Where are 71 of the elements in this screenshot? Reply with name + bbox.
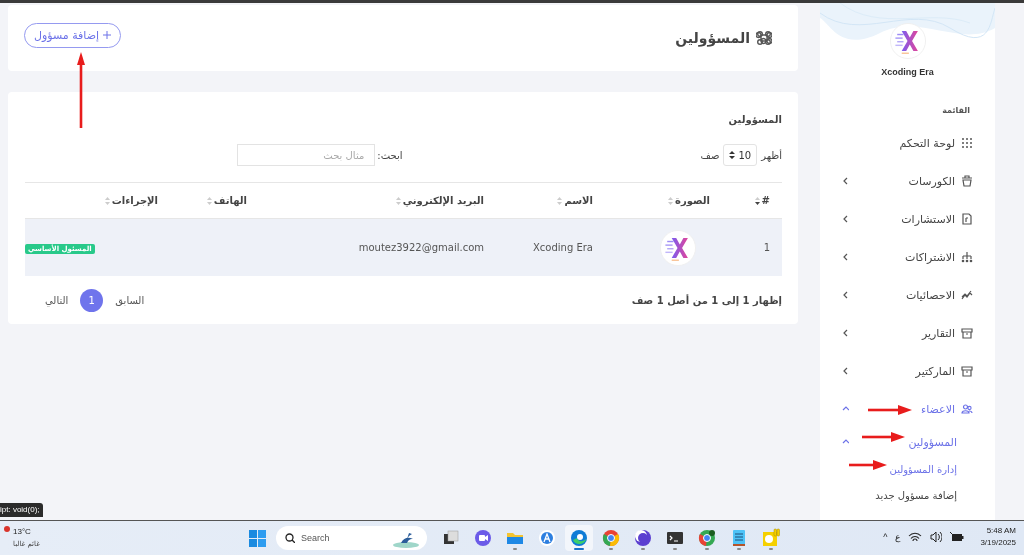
sidebar-item[interactable]: الاستشارات [820,200,995,238]
brand-logo [889,23,926,59]
volume-icon [930,531,943,543]
circle-icon [633,528,653,548]
page-size-select[interactable]: 10 [723,144,758,166]
basket-icon [961,175,973,187]
submenu-item[interactable]: إدارة المسؤولين [820,456,995,482]
sitemap-icon [961,251,973,263]
start-icon [249,529,266,547]
email-cell: moutez3922@gmail.com [358,242,484,253]
column-header[interactable]: الاسم [564,195,593,206]
tray-overflow-button[interactable]: ^ [883,532,888,542]
sidebar-item[interactable]: الماركتير [820,352,995,390]
taskbar-app[interactable] [565,525,593,551]
previous-link[interactable]: السابق [115,294,145,306]
name-cell: Xcoding Era [533,242,593,253]
language-indicator[interactable]: ع [895,532,901,542]
card-title: المسؤولين [728,114,782,125]
wifi-icon [908,531,923,543]
sidebar-item[interactable]: لوحة التحكم [820,124,995,162]
add-admin-button[interactable]: إضافة مسؤول [24,22,122,48]
submenu-item[interactable]: إضافة مسؤول جديد [820,482,995,508]
annotation-arrow [849,458,887,472]
sort-icon [729,151,736,159]
browser-icon [697,528,717,548]
grid-icon [961,137,973,149]
page-title: المسؤولين [675,30,750,46]
annotation-arrow [868,403,912,417]
menu-heading: القائمة [941,106,970,115]
browser-icon [601,528,621,548]
archive-icon [961,365,973,377]
sidebar-item[interactable]: الاحصائيات [820,276,995,314]
line-chart-icon [961,289,973,301]
submenu-item[interactable]: المسؤولين [820,428,995,456]
temperature: 13°C [13,526,32,538]
archive-icon [961,327,973,339]
column-header[interactable]: الإجراءات [111,195,158,206]
store-icon [537,528,557,548]
column-header[interactable]: البريد الإلكتروني [402,195,484,206]
plus-icon [103,31,112,39]
show-label: أظهر [761,149,782,161]
weather-icon [4,526,10,532]
search-label: ابحث: [377,149,403,161]
avatar [660,229,696,266]
battery-icon [950,531,965,543]
column-header[interactable]: # [761,195,770,206]
next-link[interactable]: التالي [45,294,69,306]
document-icon [961,213,973,225]
column-header[interactable]: الهاتف [213,195,247,206]
chat-icon [473,528,493,548]
table-info: إظهار 1 إلى 1 من أصل 1 صف [631,294,782,306]
search-field[interactable]: مثال بحث [237,144,376,166]
rows-label: صف [700,149,720,161]
sidebar-item[interactable]: الاعضاء [820,390,995,428]
page-button[interactable]: 1 [80,288,104,312]
users-icon [961,403,973,415]
browser-icon [569,528,589,548]
search-icon [285,533,295,543]
clock-time: 5:48 AM [986,525,1016,537]
status-tooltip: ipt: void(0); [0,503,43,517]
annotation-arrow [862,430,905,444]
taskbar-search[interactable]: Search [276,526,427,550]
sidebar-item[interactable]: الكورسات [820,162,995,200]
brand-name: Xcoding Era [881,67,934,77]
sidebar-item[interactable]: الاشتراكات [820,238,995,276]
clock-date: 3/19/2025 [980,537,1016,549]
column-header[interactable]: الصورة [675,195,710,206]
player-icon [761,528,781,548]
row-number: 1 [763,242,770,253]
sidebar-item[interactable]: التقارير [820,314,995,352]
command-icon [756,30,772,46]
